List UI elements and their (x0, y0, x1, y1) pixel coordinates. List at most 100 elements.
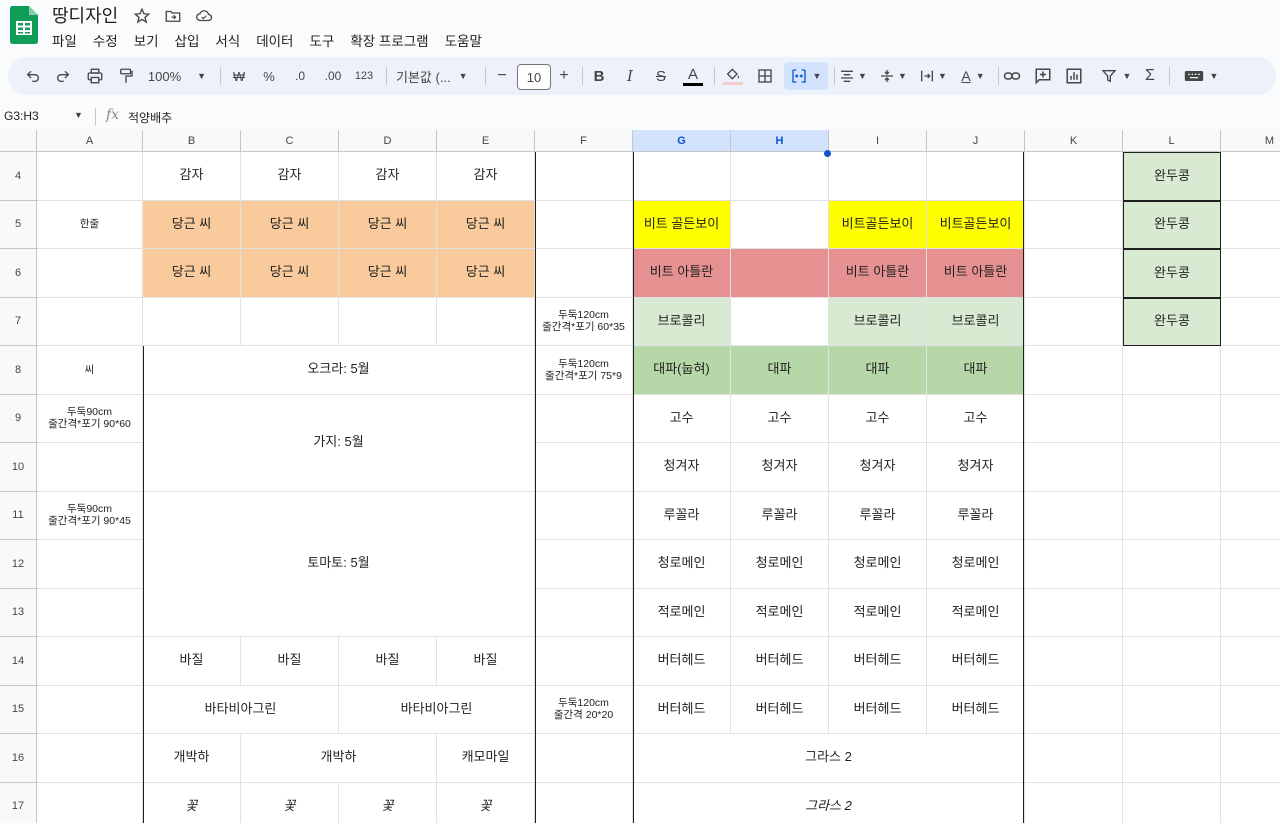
cell-m7[interactable] (1221, 297, 1280, 346)
cell-l9[interactable] (1123, 394, 1221, 443)
cell-a15[interactable] (37, 685, 143, 734)
cell-j14[interactable]: 버터헤드 (927, 637, 1025, 686)
cell-k7[interactable] (1025, 297, 1123, 346)
cell-k12[interactable] (1025, 540, 1123, 589)
cell-j8[interactable]: 대파 (927, 346, 1025, 395)
cell-a16[interactable] (37, 734, 143, 783)
cell-g5[interactable]: 비트 골든보이 (633, 200, 731, 249)
text-color-button[interactable]: A (681, 62, 705, 90)
cell-b9[interactable]: 가지: 5월 (143, 394, 535, 492)
cell-c7[interactable] (241, 297, 339, 346)
cell-i7[interactable]: 브로콜리 (829, 297, 927, 346)
cell-f15[interactable]: 두둑120cm 줄간격 20*20 (535, 685, 633, 734)
cell-k16[interactable] (1025, 734, 1123, 783)
cell-h9[interactable]: 고수 (731, 394, 829, 443)
borders-icon[interactable] (754, 62, 776, 90)
cell-l7[interactable]: 완두콩 (1123, 297, 1221, 346)
cell-a6[interactable] (37, 249, 143, 298)
cell-e7[interactable] (437, 297, 535, 346)
row-header-9[interactable]: 9 (0, 394, 37, 443)
cell-a10[interactable] (37, 443, 143, 492)
cell-k15[interactable] (1025, 685, 1123, 734)
cell-e16[interactable]: 캐모마일 (437, 734, 535, 783)
zoom-select[interactable]: 100% ▼ (146, 62, 208, 90)
menu-view[interactable]: 보기 (126, 28, 167, 50)
cell-b6[interactable]: 당근 씨 (143, 249, 241, 298)
cell-g14[interactable]: 버터헤드 (633, 637, 731, 686)
cell-g8[interactable]: 대파(눕혀) (633, 346, 731, 395)
cell-h13[interactable]: 적로메인 (731, 588, 829, 637)
cell-f10[interactable] (535, 443, 633, 492)
horizontal-align-button[interactable]: ▼ (836, 62, 870, 90)
cell-d4[interactable]: 감자 (339, 152, 437, 201)
cell-m17[interactable] (1221, 782, 1280, 823)
row-header-16[interactable]: 16 (0, 734, 37, 783)
cell-d7[interactable] (339, 297, 437, 346)
cell-h15[interactable]: 버터헤드 (731, 685, 829, 734)
cell-k17[interactable] (1025, 782, 1123, 823)
cell-l5[interactable]: 완두콩 (1123, 200, 1221, 249)
cell-m14[interactable] (1221, 637, 1280, 686)
bold-button[interactable]: B (589, 62, 609, 90)
row-header-5[interactable]: 5 (0, 200, 37, 249)
insert-chart-icon[interactable] (1063, 62, 1085, 90)
cell-l12[interactable] (1123, 540, 1221, 589)
column-header-m[interactable]: M (1221, 130, 1280, 152)
font-family-select[interactable]: 기본값 (... ▼ (396, 62, 476, 90)
strikethrough-button[interactable]: S (651, 62, 671, 90)
cell-b11[interactable]: 토마토: 5월 (143, 491, 535, 637)
cell-f6[interactable] (535, 249, 633, 298)
cell-h5[interactable] (731, 200, 829, 249)
cell-g4[interactable] (633, 152, 731, 201)
menu-tools[interactable]: 도구 (301, 28, 342, 50)
formula-input[interactable]: 적양배추 (128, 109, 172, 126)
cell-m8[interactable] (1221, 346, 1280, 395)
cell-g15[interactable]: 버터헤드 (633, 685, 731, 734)
cell-l14[interactable] (1123, 637, 1221, 686)
cell-g9[interactable]: 고수 (633, 394, 731, 443)
row-header-11[interactable]: 11 (0, 491, 37, 540)
cloud-saved-icon[interactable] (194, 6, 214, 26)
cell-f4[interactable] (535, 152, 633, 201)
currency-format-button[interactable]: ₩ (229, 62, 249, 90)
cell-h8[interactable]: 대파 (731, 346, 829, 395)
cell-b4[interactable]: 감자 (143, 152, 241, 201)
cell-m12[interactable] (1221, 540, 1280, 589)
cell-f7[interactable]: 두둑120cm 줄간격*포기 60*35 (535, 297, 633, 346)
cell-a7[interactable] (37, 297, 143, 346)
cell-j6[interactable]: 비트 아틀란 (927, 249, 1025, 298)
cell-f8[interactable]: 두둑120cm 줄간격*포기 75*9 (535, 346, 633, 395)
cell-a14[interactable] (37, 637, 143, 686)
cell-m10[interactable] (1221, 443, 1280, 492)
insert-comment-icon[interactable] (1032, 62, 1054, 90)
cell-a9[interactable]: 두둑90cm 줄간격*포기 90*60 (37, 394, 143, 443)
cell-h11[interactable]: 루꼴라 (731, 491, 829, 540)
cell-c4[interactable]: 감자 (241, 152, 339, 201)
row-header-4[interactable]: 4 (0, 152, 37, 201)
row-header-14[interactable]: 14 (0, 637, 37, 686)
cell-f13[interactable] (535, 588, 633, 637)
cell-b16[interactable]: 개박하 (143, 734, 241, 783)
cell-i6[interactable]: 비트 아틀란 (829, 249, 927, 298)
cell-e4[interactable]: 감자 (437, 152, 535, 201)
cell-h4[interactable] (731, 152, 829, 201)
cell-m11[interactable] (1221, 491, 1280, 540)
cell-e5[interactable]: 당근 씨 (437, 200, 535, 249)
cell-j7[interactable]: 브로콜리 (927, 297, 1025, 346)
cell-k13[interactable] (1025, 588, 1123, 637)
name-box[interactable]: G3:H3 ▼ (4, 109, 86, 123)
cell-l4[interactable]: 완두콩 (1123, 152, 1221, 201)
cell-j13[interactable]: 적로메인 (927, 588, 1025, 637)
cell-e17[interactable]: 꽃 (437, 782, 535, 823)
cell-e6[interactable]: 당근 씨 (437, 249, 535, 298)
move-folder-icon[interactable] (163, 6, 183, 26)
column-header-i[interactable]: I (829, 130, 927, 152)
column-header-c[interactable]: C (241, 130, 339, 152)
menu-edit[interactable]: 수정 (85, 28, 126, 50)
insert-link-icon[interactable] (1001, 62, 1023, 90)
cell-j5[interactable]: 비트골든보이 (927, 200, 1025, 249)
cell-f11[interactable] (535, 491, 633, 540)
cell-m16[interactable] (1221, 734, 1280, 783)
column-header-b[interactable]: B (143, 130, 241, 152)
merge-cells-button[interactable]: ▼ (784, 62, 828, 90)
